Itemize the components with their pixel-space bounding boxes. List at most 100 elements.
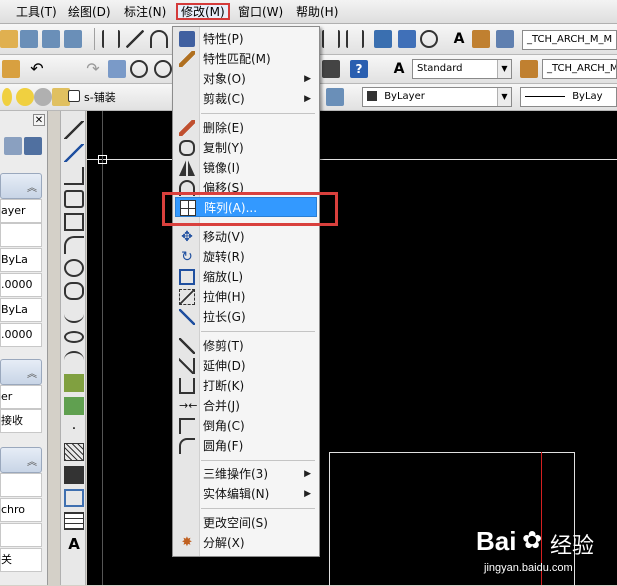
linetype-select[interactable]: ByLay <box>520 87 617 107</box>
prop-lineweight[interactable]: ByLa <box>0 298 42 322</box>
prop-plot-table[interactable]: 接收 <box>0 409 42 433</box>
menu-item-break[interactable]: 打断(K) <box>175 376 317 396</box>
layer-match-icon[interactable] <box>64 30 82 48</box>
dim-style-icon[interactable] <box>520 60 538 78</box>
text-style-icon[interactable]: A <box>390 60 408 78</box>
match-icon[interactable] <box>2 60 20 78</box>
dim-update-icon[interactable] <box>496 30 514 48</box>
menu-item-join[interactable]: →← 合并(J) <box>175 396 317 416</box>
menu-item-clip[interactable]: 剪裁(C) ▶ <box>175 89 317 109</box>
menu-modify[interactable]: 修改(M) <box>176 3 230 20</box>
menu-item-scale[interactable]: 缩放(L) <box>175 267 317 287</box>
undo-icon[interactable]: ↶ <box>28 60 46 78</box>
menu-tools[interactable]: 工具(T) <box>16 4 57 21</box>
region-icon[interactable] <box>64 489 84 507</box>
menu-help[interactable]: 帮助(H) <box>296 4 338 21</box>
help-icon[interactable]: ? <box>350 60 368 78</box>
select-objects-icon[interactable] <box>4 137 22 155</box>
prop-thickness[interactable]: .0000 <box>0 323 42 347</box>
point-icon[interactable]: · <box>64 420 84 438</box>
pan-icon[interactable] <box>108 60 126 78</box>
prop-blank-2[interactable] <box>0 473 42 497</box>
prop-plot-style[interactable]: er <box>0 385 42 409</box>
menu-dimension[interactable]: 标注(N) <box>124 4 166 21</box>
panel-section-plot[interactable]: ︽ <box>0 359 42 385</box>
zoom-realtime-icon[interactable] <box>130 60 148 78</box>
prop-blank-3[interactable] <box>0 523 42 547</box>
rectangle-icon[interactable] <box>64 213 84 231</box>
quick-leader-icon[interactable] <box>374 30 392 48</box>
menu-item-solid-edit[interactable]: 实体编辑(N) ▶ <box>175 484 317 504</box>
arc-dim-icon[interactable] <box>150 30 168 48</box>
prop-view-value[interactable]: chro <box>0 498 42 522</box>
redo-icon[interactable]: ↷ <box>84 60 102 78</box>
hatch-icon[interactable] <box>64 443 84 461</box>
aligned-dim-icon[interactable] <box>126 30 144 48</box>
menu-item-fillet[interactable]: 圆角(F) <box>175 436 317 456</box>
dim-text-edit-icon[interactable] <box>472 30 490 48</box>
dim-style-select[interactable]: _TCH_ARCH_M_M <box>522 30 617 50</box>
ellipse-icon[interactable] <box>64 331 84 343</box>
menu-item-copy[interactable]: 复制(Y) <box>175 138 317 158</box>
polyline-icon[interactable] <box>64 167 84 185</box>
menu-item-mirror[interactable]: 镜像(I) <box>175 158 317 178</box>
quick-select-icon[interactable] <box>24 137 42 155</box>
table-icon[interactable] <box>64 512 84 530</box>
panel-section-view[interactable]: ︽ <box>0 447 42 473</box>
calculator-icon[interactable] <box>322 60 340 78</box>
make-block-icon[interactable] <box>64 397 84 415</box>
linear-dim-icon[interactable] <box>102 30 120 48</box>
text-style-select[interactable]: Standard ▼ <box>412 59 512 79</box>
layer-on-icon[interactable] <box>2 88 12 106</box>
continue-dim-icon[interactable] <box>346 30 364 48</box>
menu-item-properties[interactable]: 特性(P) <box>175 29 317 49</box>
spline-icon[interactable] <box>64 305 84 323</box>
prop-color[interactable]: ByLa <box>0 248 42 272</box>
menu-item-move[interactable]: ✥ 移动(V) <box>175 227 317 247</box>
insert-block-icon[interactable] <box>64 374 84 392</box>
ellipse-arc-icon[interactable] <box>64 351 84 369</box>
prop-layer[interactable]: ayer <box>0 199 42 223</box>
menu-item-extend[interactable]: 延伸(D) <box>175 356 317 376</box>
layer-icon[interactable] <box>0 30 18 48</box>
construction-line-icon[interactable] <box>64 144 84 162</box>
layer-viewport-icon[interactable] <box>34 88 52 106</box>
color-select[interactable]: ByLayer ▼ <box>362 87 512 107</box>
menu-item-3d-operations[interactable]: 三维操作(3) ▶ <box>175 464 317 484</box>
line-icon[interactable] <box>64 121 84 139</box>
menu-item-object[interactable]: 对象(O) ▶ <box>175 69 317 89</box>
layer-states-icon[interactable] <box>20 30 38 48</box>
close-icon[interactable]: ✕ <box>33 114 45 126</box>
gradient-icon[interactable] <box>64 466 84 484</box>
menu-draw[interactable]: 绘图(D) <box>68 4 111 21</box>
dim-style-select-2[interactable]: _TCH_ARCH_M_ <box>542 59 617 79</box>
prop-misc[interactable]: 关 <box>0 548 42 572</box>
circle-icon[interactable] <box>64 259 84 277</box>
menu-item-stretch[interactable]: 拉伸(H) <box>175 287 317 307</box>
menu-item-match-properties[interactable]: 特性匹配(M) <box>175 49 317 69</box>
layer-name[interactable]: s-铺装 <box>84 89 116 105</box>
prop-blank[interactable] <box>0 223 42 247</box>
polygon-icon[interactable] <box>64 190 84 208</box>
tolerance-icon[interactable] <box>398 30 416 48</box>
revcloud-icon[interactable] <box>64 282 84 300</box>
zoom-window-icon[interactable] <box>154 60 172 78</box>
layer-prev-icon[interactable] <box>42 30 60 48</box>
baseline-dim-icon[interactable] <box>322 30 340 48</box>
prop-linetype-scale[interactable]: .0000 <box>0 273 42 297</box>
layer-freeze-icon[interactable] <box>16 88 34 106</box>
menu-item-erase[interactable]: 删除(E) <box>175 118 317 138</box>
dim-edit-icon[interactable]: A <box>450 30 468 48</box>
menu-item-change-space[interactable]: 更改空间(S) <box>175 513 317 533</box>
make-current-icon[interactable] <box>326 88 344 106</box>
menu-window[interactable]: 窗口(W) <box>238 4 283 21</box>
arc-icon[interactable] <box>64 236 84 254</box>
panel-section-general[interactable]: ︽ <box>0 173 42 199</box>
center-mark-icon[interactable] <box>420 30 438 48</box>
menu-item-explode[interactable]: ✸ 分解(X) <box>175 533 317 553</box>
menu-item-lengthen[interactable]: 拉长(G) <box>175 307 317 327</box>
menu-item-trim[interactable]: 修剪(T) <box>175 336 317 356</box>
menu-item-rotate[interactable]: ↻ 旋转(R) <box>175 247 317 267</box>
drawing-canvas[interactable] <box>87 111 617 586</box>
menu-item-chamfer[interactable]: 倒角(C) <box>175 416 317 436</box>
